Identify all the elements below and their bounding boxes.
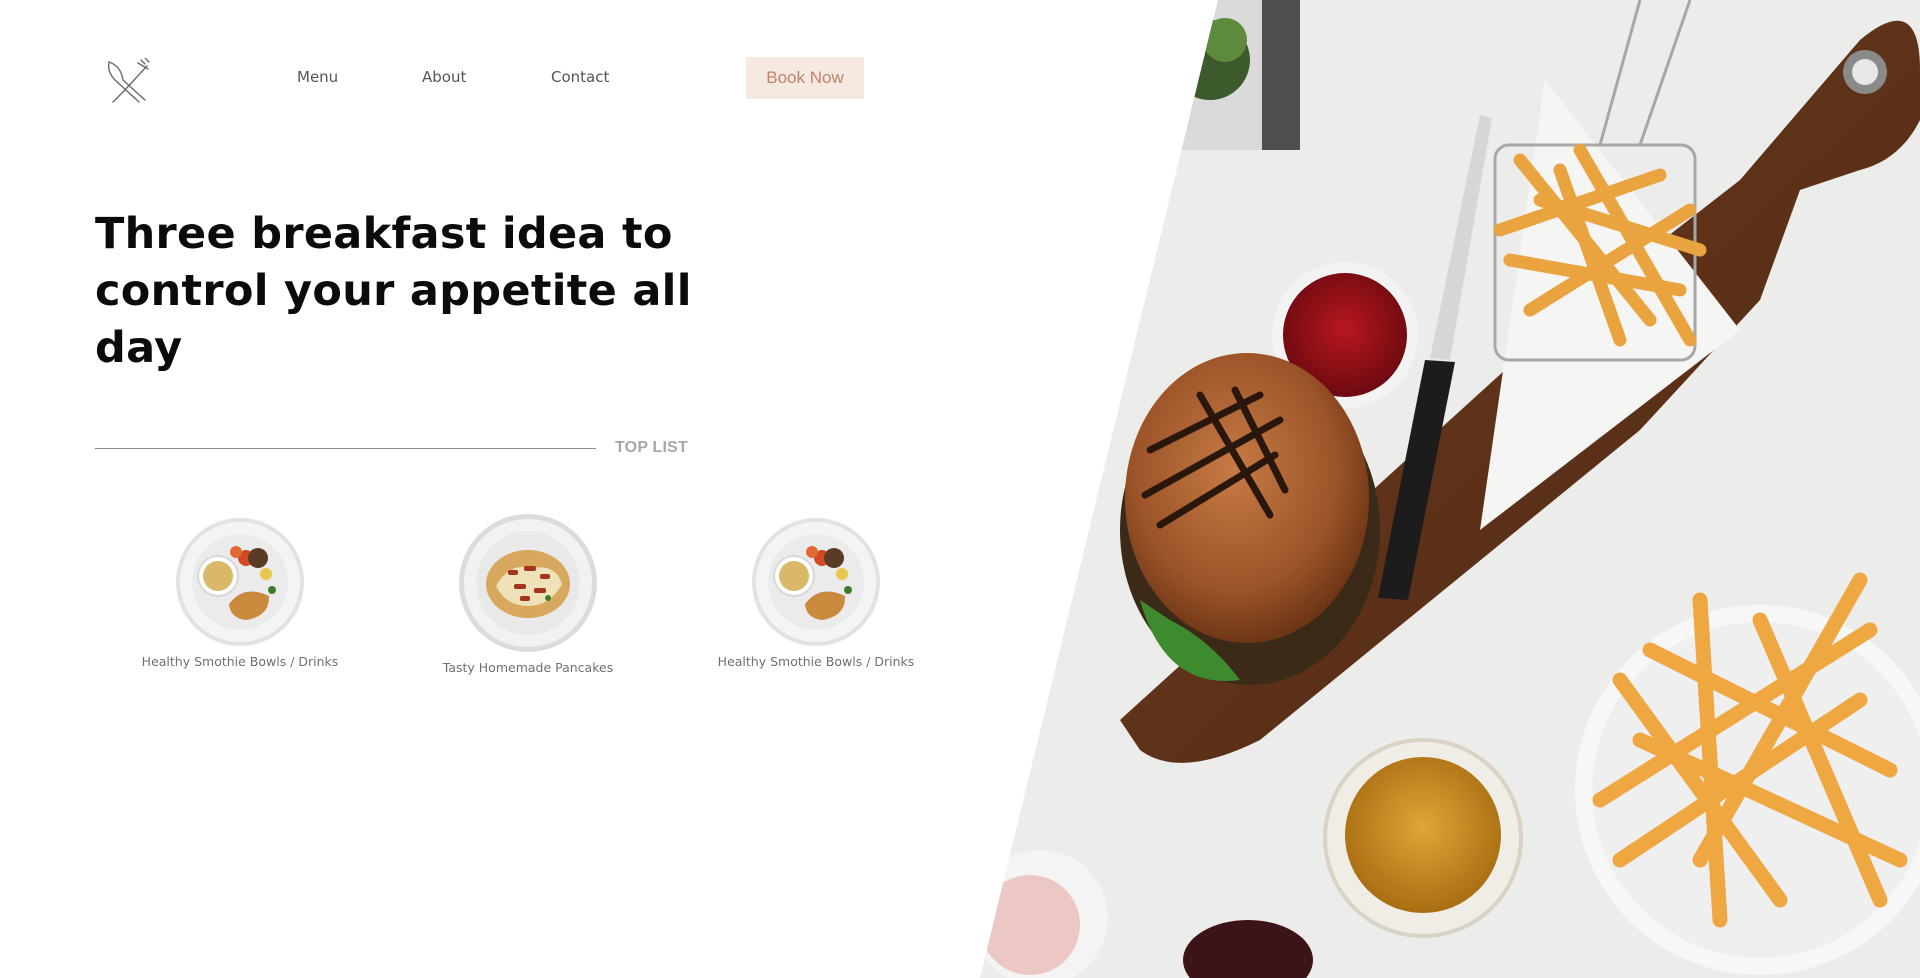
nav-contact-link[interactable]: Contact <box>551 68 609 86</box>
hero-food-photo <box>980 0 1920 978</box>
top-list-item-caption: Healthy Smothie Bowls / Drinks <box>717 654 915 669</box>
headline-line-2: control your appetite all day <box>95 266 692 373</box>
plate-shrimp-photo <box>176 518 304 646</box>
fork-knife-icon[interactable] <box>105 58 151 104</box>
plate-pancakes-photo <box>459 514 597 652</box>
headline-line-1: Three breakfast idea to <box>95 209 673 259</box>
top-list-label: TOP LIST <box>615 439 689 456</box>
nav-about-link[interactable]: About <box>422 68 466 86</box>
top-list-item[interactable]: Healthy Smothie Bowls / Drinks <box>696 516 936 669</box>
top-list-item[interactable]: Healthy Smothie Bowls / Drinks <box>120 516 360 669</box>
plate-shrimp-photo <box>752 518 880 646</box>
page-headline: Three breakfast idea to control your app… <box>95 206 775 377</box>
top-list-divider <box>95 448 596 449</box>
top-list-item[interactable]: Tasty Homemade Pancakes <box>408 512 648 675</box>
nav-menu-link[interactable]: Menu <box>297 68 338 86</box>
top-list-item-caption: Tasty Homemade Pancakes <box>442 660 614 675</box>
book-now-button[interactable]: Book Now <box>746 57 864 99</box>
top-list-item-caption: Healthy Smothie Bowls / Drinks <box>141 654 339 669</box>
